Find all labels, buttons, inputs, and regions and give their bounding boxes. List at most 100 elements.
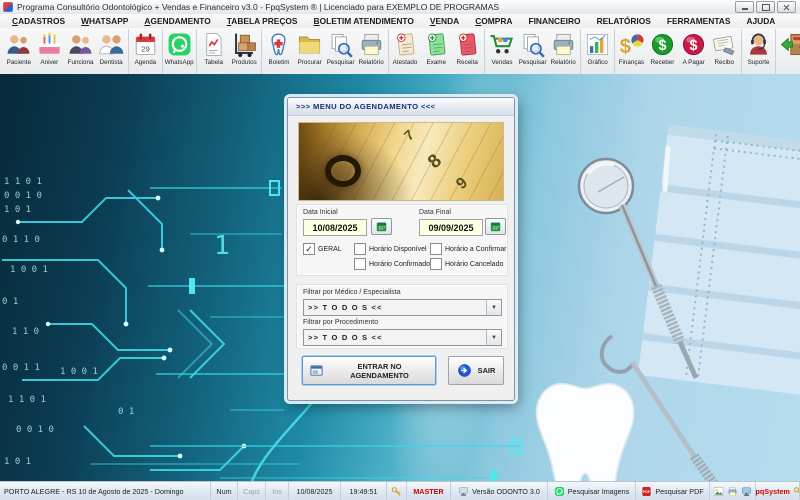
toolbar-group: PacienteAniverFuncionaDentista [2,29,129,75]
toolbar-button-grafico[interactable]: Gráfico [582,29,613,75]
toolbar-button-suporte[interactable]: Suporte [743,29,774,75]
start-date-calendar-button[interactable] [371,218,392,235]
exit-dialog-button[interactable]: SAIR [448,356,504,385]
minimize-icon [742,8,748,10]
checkbox-horario-cancelado[interactable]: Horário Cancelado [430,258,503,270]
status-logged-user: MASTER [407,482,451,500]
menu-item-whatsapp[interactable]: WHATSAPP [73,16,136,26]
exam-icon [423,31,450,58]
svg-text:0 1: 0 1 [2,297,18,307]
status-caps-lock-indicator: Caps [238,482,266,500]
toolbar-button-atestado[interactable]: Atestado [390,29,421,75]
toolbar-button-dentista[interactable]: Dentista [96,29,127,75]
toolbar-button-paciente[interactable]: Paciente [3,29,34,75]
status-text: Versão ODONTO 3.0 [472,487,540,496]
svg-text:0 1 1 0: 0 1 1 0 [2,235,40,245]
printer-icon [550,31,577,58]
menu-item-boletim-atendimento[interactable]: BOLETIM ATENDIMENTO [306,16,422,26]
end-date-input[interactable] [419,219,483,236]
toolbar-button-relatorio[interactable]: Relatório [356,29,387,75]
tooth-report-icon [265,31,292,58]
toolbar-button-boletim[interactable]: Boletim [263,29,294,75]
svg-text:1: 1 [214,231,230,261]
toolbar-group: $Finanças$Receber$A Pagar Recibo [615,29,742,75]
toolbar-button-tabela[interactable]: Tabela [198,29,229,75]
toolbar-button-aniver[interactable]: Aniver [34,29,65,75]
start-date-input[interactable] [303,219,367,236]
checkbox-box [430,258,442,270]
svg-text:1 0 0 1: 1 0 0 1 [60,367,98,377]
status-text: Ins [272,487,282,496]
procedure-filter-select[interactable]: >> T O D O S << ▼ [303,329,502,346]
toolbar-button-receber[interactable]: $Receber [647,29,678,75]
toolbar-button-financas[interactable]: $Finanças [616,29,647,75]
birthday-cake-icon [36,31,63,58]
end-date-calendar-button[interactable] [485,218,506,235]
maximize-button[interactable] [756,1,775,13]
menu-item-agendamento[interactable]: AGENDAMENTO [136,16,218,26]
svg-text:PDF: PDF [643,490,650,494]
status-location: PORTO ALEGRE - RS 10 de Agosto de 2025 -… [0,482,211,500]
status-text: 19:49:51 [350,487,378,496]
toolbar-button-produtos[interactable]: Produtos [229,29,260,75]
toolbar: PacienteAniverFuncionaDentista29AgendaWh… [0,28,800,76]
checkbox-horario-disponivel[interactable]: Horário Disponível [354,243,427,255]
enter-schedule-button[interactable]: ENTRAR NO AGENDAMENTO [302,356,436,385]
agenda-menu-dialog: >>> MENU DO AGENDAMENTO <<< 7 8 9 Data I… [287,97,515,401]
calendar-picker-icon [489,220,502,233]
toolbar-button-recibo[interactable]: Recibo [709,29,740,75]
toolbar-group: WhatsApp [163,29,197,75]
menu-item-relatorios[interactable]: RELATÓRIOS [589,16,659,26]
status-status-date: 10/08/2025 [289,482,341,500]
doctor-filter-select[interactable]: >> T O D O S << ▼ [303,299,502,316]
checkbox-label: Horário Disponível [369,246,427,253]
toolbar-button-pesquisar[interactable]: Pesquisar [325,29,356,75]
toolbar-button-exit-door-icon[interactable] [777,29,800,75]
menu-item-ferramentas[interactable]: FERRAMENTAS [659,16,739,26]
toolbar-button-funciona[interactable]: Funciona [65,29,96,75]
checkbox-label: Horário Cancelado [445,261,503,268]
doctor-filter-label: Filtrar por Médico / Especialista [303,289,401,296]
doc-search-icon [327,31,354,58]
close-button[interactable] [777,1,796,13]
minimize-button[interactable] [735,1,754,13]
toolbar-button-label: Produtos [232,59,257,66]
menu-item-ajuda[interactable]: AJUDA [738,16,783,26]
whatsapp-icon [554,486,565,497]
checkbox-geral[interactable]: ✓GERAL [303,243,342,255]
checkbox-horario-confirmado[interactable]: Horário Confirmado [354,258,430,270]
toolbar-button-a-pagar[interactable]: $A Pagar [678,29,709,75]
status-text: Pesquisar PDF [655,487,703,496]
status-text: FpqSystem [756,487,790,496]
printer-icon [727,486,738,497]
status-search-images-button[interactable]: Pesquisar Imagens [548,482,636,500]
monitor-icon [741,486,752,497]
status-brand: FpqSystem [756,482,800,500]
svg-text:0 0 1 0: 0 0 1 0 [16,425,54,435]
menu-item-venda[interactable]: VENDA [422,16,467,26]
status-bar: PORTO ALEGRE - RS 10 de Agosto de 2025 -… [0,481,800,500]
menu-item-cadastros[interactable]: CADASTROS [4,16,73,26]
surgical-mask-decoration [638,125,800,396]
toolbar-button-exame[interactable]: Exame [421,29,452,75]
toolbar-button-relatorio[interactable]: Relatório [548,29,579,75]
toolbar-button-pesquisar[interactable]: Pesquisar [517,29,548,75]
toolbar-button-vendas[interactable]: Vendas [486,29,517,75]
toolbar-button-agenda[interactable]: 29Agenda [130,29,161,75]
toolbar-button-label: Recibo [715,59,735,66]
toolbar-button-receita[interactable]: Receita [452,29,483,75]
status-quick-tools[interactable] [710,482,756,500]
toolbar-button-procurar[interactable]: Procurar [294,29,325,75]
svg-text:$: $ [620,36,631,58]
products-icon [231,31,258,58]
svg-text:1 1 0 1: 1 1 0 1 [4,177,42,187]
svg-text:0 0 1 1: 0 0 1 1 [2,363,40,373]
menu-item-financeiro[interactable]: FINANCEIRO [520,16,588,26]
svg-text:1 1 0: 1 1 0 [12,327,39,337]
menu-item-compra[interactable]: COMPRA [467,16,520,26]
checkbox-horario-a-confirmar[interactable]: Horário a Confirmar [430,243,506,255]
svg-text:1 0 1: 1 0 1 [4,205,31,215]
toolbar-button-whatsapp[interactable]: WhatsApp [164,29,195,75]
status-search-pdf-button[interactable]: PDF Pesquisar PDF [636,482,710,500]
menu-item-tabela-precos[interactable]: TABELA PREÇOS [219,16,306,26]
